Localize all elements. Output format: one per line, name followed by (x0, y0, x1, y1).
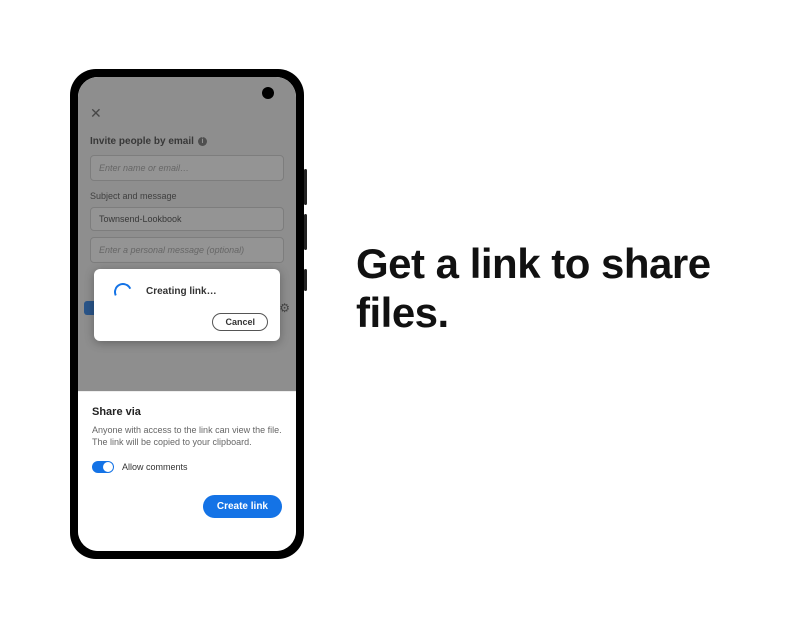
creating-link-modal: Creating link… Cancel (94, 269, 280, 341)
cancel-button[interactable]: Cancel (212, 313, 268, 331)
phone-mockup: ✕ Invite people by email i Enter name or… (70, 69, 304, 559)
allow-comments-toggle[interactable] (92, 461, 114, 473)
phone-side-button (304, 269, 307, 291)
share-via-description: Anyone with access to the link can view … (92, 424, 282, 449)
allow-comments-label: Allow comments (122, 462, 188, 472)
marketing-headline: Get a link to share files. (356, 240, 736, 337)
phone-screen: ✕ Invite people by email i Enter name or… (78, 77, 296, 551)
share-sheet: Share via Anyone with access to the link… (78, 391, 296, 551)
dim-overlay (78, 77, 296, 391)
spinner-icon (111, 280, 134, 303)
phone-frame: ✕ Invite people by email i Enter name or… (70, 69, 304, 559)
create-link-button[interactable]: Create link (203, 495, 282, 518)
share-via-title: Share via (92, 406, 282, 418)
phone-side-button (304, 169, 307, 205)
allow-comments-row[interactable]: Allow comments (92, 461, 282, 473)
modal-status-text: Creating link… (146, 286, 217, 297)
camera-cutout (262, 87, 274, 99)
phone-side-button (304, 214, 307, 250)
